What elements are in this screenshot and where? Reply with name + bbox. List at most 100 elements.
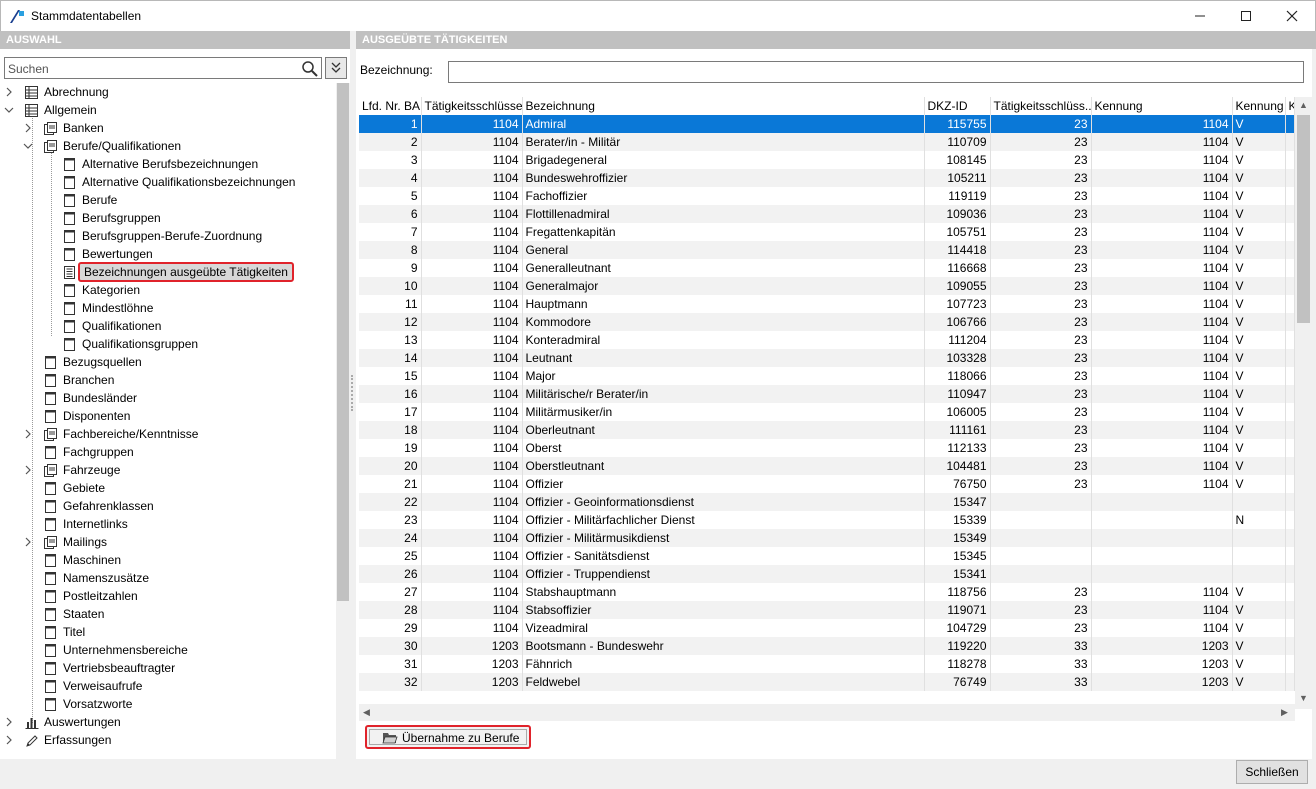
table-row[interactable]: 31 1203 Fähnrich 118278 33 1203 V — [359, 655, 1295, 673]
table-row[interactable]: 20 1104 Oberstleutnant 104481 23 1104 V — [359, 457, 1295, 475]
chevron-right-icon[interactable] — [22, 533, 34, 551]
column-header[interactable]: Bezeichnung — [522, 97, 925, 115]
tree-item-label: Banken — [63, 121, 104, 135]
table-cell: 7 — [359, 223, 422, 241]
column-header[interactable]: Kennung — [1091, 97, 1233, 115]
table-row[interactable]: 16 1104 Militärische/r Berater/in 110947 23 1… — [359, 385, 1295, 403]
table-cell: V — [1232, 295, 1286, 313]
table-row[interactable]: 18 1104 Oberleutnant 111161 23 1104 V — [359, 421, 1295, 439]
search-icon[interactable] — [301, 60, 319, 78]
table-cell: Stabsoffizier — [522, 601, 925, 619]
chevron-down-icon[interactable] — [22, 137, 34, 155]
minimize-button[interactable] — [1177, 1, 1223, 32]
table-row[interactable]: 4 1104 Bundeswehroffizier 105211 23 1104 V — [359, 169, 1295, 187]
open-folder-icon — [382, 733, 398, 744]
table-cell: 1104 — [1091, 223, 1233, 241]
multi-doc-icon — [44, 464, 57, 477]
column-header[interactable]: Tätigkeitsschlüssel — [421, 97, 523, 115]
table-row[interactable]: 1 1104 Admiral 115755 23 1104 V — [359, 115, 1295, 133]
table-row[interactable]: 7 1104 Fregattenkapitän 105751 23 1104 V — [359, 223, 1295, 241]
table-header: Lfd. Nr. BA Tätigkeitsschlüssel Bezeichnun… — [359, 97, 1295, 115]
close-button[interactable]: Schließen — [1236, 760, 1308, 784]
table-vertical-scrollbar[interactable]: ▲ ▼ — [1295, 97, 1312, 709]
table-cell — [1232, 565, 1286, 583]
table-row[interactable]: 13 1104 Konteradmiral 111204 23 1104 V — [359, 331, 1295, 349]
table-cell: 23 — [990, 403, 1092, 421]
column-header[interactable]: DKZ-ID — [924, 97, 991, 115]
table-row[interactable]: 12 1104 Kommodore 106766 23 1104 V — [359, 313, 1295, 331]
table-row[interactable]: 21 1104 Offizier 76750 23 1104 V — [359, 475, 1295, 493]
table-row[interactable]: 10 1104 Generalmajor 109055 23 1104 V — [359, 277, 1295, 295]
table-cell: 3 — [359, 151, 422, 169]
chevron-right-icon[interactable] — [22, 461, 34, 479]
tree-scrollbar-thumb[interactable] — [337, 83, 349, 601]
table-row[interactable]: 17 1104 Militärmusiker/in 106005 23 1104 V — [359, 403, 1295, 421]
expand-filter-button[interactable] — [325, 57, 347, 79]
table-row[interactable]: 30 1203 Bootsmann - Bundeswehr 119220 33 1203… — [359, 637, 1295, 655]
chevron-right-icon[interactable] — [3, 713, 15, 731]
scroll-right-icon[interactable]: ▶ — [1281, 707, 1288, 718]
table-cell — [1285, 565, 1295, 583]
table-cell: 104729 — [924, 619, 991, 637]
table-cell: 110709 — [924, 133, 991, 151]
column-header[interactable]: Kennung — [1232, 97, 1286, 115]
table-cell: 1104 — [421, 313, 523, 331]
panel-splitter[interactable] — [351, 375, 354, 411]
scroll-down-icon[interactable]: ▼ — [1299, 693, 1308, 703]
bezeichnung-field[interactable] — [448, 61, 1304, 83]
table-row[interactable]: 2 1104 Berater/in - Militär 110709 23 1104 V — [359, 133, 1295, 151]
scroll-up-icon[interactable]: ▲ — [1299, 100, 1308, 110]
table-row[interactable]: 29 1104 Vizeadmiral 104729 23 1104 V — [359, 619, 1295, 637]
table-horizontal-scrollbar[interactable]: ◀ ▶ — [359, 704, 1295, 721]
table-row[interactable]: 5 1104 Fachoffizier 119119 23 1104 V — [359, 187, 1295, 205]
table-cell: 1104 — [1091, 169, 1233, 187]
column-header[interactable]: Lfd. Nr. BA — [359, 97, 422, 115]
table-cell: 18 — [359, 421, 422, 439]
table-cell — [1285, 655, 1295, 673]
table-row[interactable]: 32 1203 Feldwebel 76749 33 1203 V — [359, 673, 1295, 691]
table-row[interactable]: 15 1104 Major 118066 23 1104 V — [359, 367, 1295, 385]
doc-icon — [44, 590, 57, 603]
chevron-right-icon[interactable] — [3, 83, 15, 101]
tree-item-label: Qualifikationen — [82, 319, 162, 333]
table-row[interactable]: 28 1104 Stabsoffizier 119071 23 1104 V — [359, 601, 1295, 619]
search-input[interactable]: Suchen — [4, 57, 322, 79]
column-header[interactable]: K — [1285, 97, 1295, 115]
maximize-button[interactable] — [1223, 1, 1269, 32]
tree-item-label: Berufsgruppen — [82, 211, 161, 225]
table-row[interactable]: 14 1104 Leutnant 103328 23 1104 V — [359, 349, 1295, 367]
table-cell: General — [522, 241, 925, 259]
table-row[interactable]: 25 1104 Offizier - Sanitätsdienst 15345 — [359, 547, 1295, 565]
table-cell: 1104 — [421, 493, 523, 511]
tree-scrollbar[interactable] — [336, 83, 350, 759]
table-cell: 12 — [359, 313, 422, 331]
table-row[interactable]: 6 1104 Flottillenadmiral 109036 23 1104 V — [359, 205, 1295, 223]
table-cell — [990, 565, 1092, 583]
table-cell: 23 — [990, 169, 1092, 187]
table-row[interactable]: 9 1104 Generalleutnant 116668 23 1104 V — [359, 259, 1295, 277]
table-row[interactable]: 22 1104 Offizier - Geoinformationsdienst 15… — [359, 493, 1295, 511]
table-vertical-scrollbar-thumb[interactable] — [1297, 115, 1310, 323]
table-cell: 25 — [359, 547, 422, 565]
chevron-right-icon[interactable] — [22, 119, 34, 137]
table-row[interactable]: 23 1104 Offizier - Militärfachlicher Diens… — [359, 511, 1295, 529]
chevron-right-icon[interactable] — [3, 731, 15, 749]
table-cell: 15349 — [924, 529, 991, 547]
table-row[interactable]: 3 1104 Brigadegeneral 108145 23 1104 V — [359, 151, 1295, 169]
chevron-right-icon[interactable] — [22, 425, 34, 443]
table-cell: 1104 — [1091, 259, 1233, 277]
scroll-left-icon[interactable]: ◀ — [363, 707, 370, 718]
table-row[interactable]: 24 1104 Offizier - Militärmusikdienst 15349 — [359, 529, 1295, 547]
doc-icon — [63, 248, 76, 261]
close-window-button[interactable] — [1269, 1, 1315, 32]
table-row[interactable]: 27 1104 Stabshauptmann 118756 23 1104 V — [359, 583, 1295, 601]
table-cell: 104481 — [924, 457, 991, 475]
table-cell: 32 — [359, 673, 422, 691]
chevron-down-icon[interactable] — [3, 101, 15, 119]
table-row[interactable]: 26 1104 Offizier - Truppendienst 15341 — [359, 565, 1295, 583]
column-header[interactable]: Tätigkeitsschlüss... — [990, 97, 1092, 115]
table-row[interactable]: 19 1104 Oberst 112133 23 1104 V — [359, 439, 1295, 457]
table-row[interactable]: 11 1104 Hauptmann 107723 23 1104 V — [359, 295, 1295, 313]
transfer-to-professions-button[interactable]: Übernahme zu Berufe — [365, 725, 531, 749]
table-row[interactable]: 8 1104 General 114418 23 1104 V — [359, 241, 1295, 259]
